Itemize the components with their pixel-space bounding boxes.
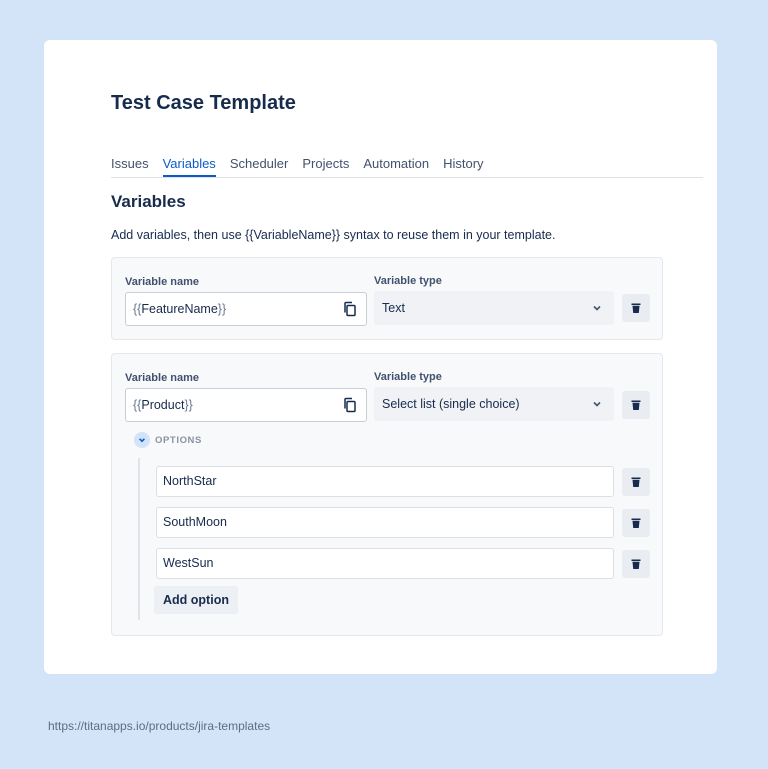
variable-type-select[interactable]: Text xyxy=(374,291,614,325)
page-title: Test Case Template xyxy=(111,92,296,114)
tab-history[interactable]: History xyxy=(443,155,483,177)
footer-url: https://titanapps.io/products/jira-templ… xyxy=(48,719,271,733)
options-collapse-toggle[interactable] xyxy=(134,432,150,448)
tab-automation[interactable]: Automation xyxy=(363,155,429,177)
section-title: Variables xyxy=(111,192,186,211)
tab-issues[interactable]: Issues xyxy=(111,155,149,177)
section-description: Add variables, then use {{VariableName}}… xyxy=(111,228,556,242)
variable-name-input[interactable]: {{FeatureName}} xyxy=(125,292,367,326)
variable-type-label: Variable type xyxy=(374,371,442,383)
variable-type-label: Variable type xyxy=(374,275,442,287)
variable-type-value: Select list (single choice) xyxy=(382,397,520,411)
copy-icon[interactable] xyxy=(342,397,358,413)
tab-variables[interactable]: Variables xyxy=(162,155,216,177)
chevron-down-icon xyxy=(593,305,601,311)
chevron-down-icon xyxy=(593,401,601,407)
trash-icon xyxy=(631,400,641,410)
tab-bar: Issues Variables Scheduler Projects Auto… xyxy=(111,155,703,178)
delete-variable-button[interactable] xyxy=(622,391,650,419)
copy-icon[interactable] xyxy=(342,301,358,317)
delete-variable-button[interactable] xyxy=(622,294,650,322)
template-card: Test Case Template Issues Variables Sche… xyxy=(44,40,717,674)
trash-icon xyxy=(631,303,641,313)
brace-close: }} xyxy=(184,398,193,412)
trash-icon xyxy=(631,477,641,487)
trash-icon xyxy=(631,559,641,569)
variable-type-value: Text xyxy=(382,301,405,315)
variable-card-product: Variable name Variable type {{Product}} … xyxy=(111,353,663,636)
variable-card-feature-name: Variable name Variable type {{FeatureNam… xyxy=(111,257,663,340)
delete-option-button[interactable] xyxy=(622,550,650,578)
chevron-down-icon xyxy=(139,438,145,443)
variable-name-label: Variable name xyxy=(125,276,199,288)
options-rail xyxy=(138,458,140,620)
trash-icon xyxy=(631,518,641,528)
add-option-button[interactable]: Add option xyxy=(154,586,238,614)
delete-option-button[interactable] xyxy=(622,468,650,496)
variable-name-input[interactable]: {{Product}} xyxy=(125,388,367,422)
variable-type-select[interactable]: Select list (single choice) xyxy=(374,387,614,421)
options-label: OPTIONS xyxy=(155,435,202,446)
variable-name-value: Product xyxy=(141,398,185,412)
delete-option-button[interactable] xyxy=(622,509,650,537)
option-input[interactable]: SouthMoon xyxy=(156,507,614,538)
brace-close: }} xyxy=(217,302,227,316)
option-input[interactable]: WestSun xyxy=(156,548,614,579)
variable-name-value: FeatureName xyxy=(141,302,218,316)
tab-scheduler[interactable]: Scheduler xyxy=(230,155,289,177)
tab-projects[interactable]: Projects xyxy=(302,155,349,177)
option-input[interactable]: NorthStar xyxy=(156,466,614,497)
variable-name-label: Variable name xyxy=(125,372,199,384)
